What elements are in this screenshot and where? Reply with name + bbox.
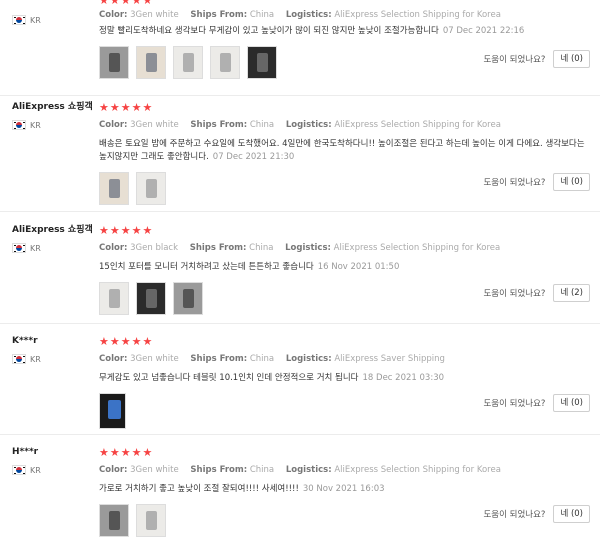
- reviewer-name: AliExpress 쇼핑객: [12, 225, 93, 235]
- review-photo-thumbnail[interactable]: [247, 46, 277, 79]
- review-photo-thumbnail[interactable]: [99, 172, 129, 205]
- helpful-yes-button[interactable]: 네 (0): [553, 173, 590, 191]
- ships-from: China: [249, 465, 275, 475]
- variant-color: 3Gen white: [130, 120, 179, 130]
- review-item: AliExpress 쇼핑객 KR ★★★★★ Color: 3Gen blac…: [0, 224, 600, 324]
- helpful-yes-button[interactable]: 네 (0): [553, 394, 590, 412]
- review-photo-thumbnail[interactable]: [99, 504, 129, 537]
- reviewer-info: K***r KR: [12, 335, 41, 365]
- review-divider: [0, 211, 600, 212]
- country-code: KR: [30, 465, 41, 475]
- helpful-vote: 도움이 되었나요? 네 (2): [483, 284, 590, 302]
- logistics: AliExpress Selection Shipping for Korea: [334, 10, 501, 20]
- review-meta: Color: 3Gen black Ships From: China Logi…: [99, 243, 501, 253]
- review-item: K***r KR ★★★★★ Color: 3Gen white Ships F…: [0, 335, 600, 435]
- reviewer-info: AliExpress 쇼핑객 KR: [12, 101, 93, 131]
- reviewer-info: H***r KR: [12, 446, 41, 476]
- logistics: AliExpress Selection Shipping for Korea: [334, 465, 501, 475]
- review-divider: [0, 323, 600, 324]
- review-photo-thumbnail[interactable]: [210, 46, 240, 79]
- star-rating: ★★★★★: [99, 335, 154, 348]
- helpful-yes-button[interactable]: 네 (0): [553, 505, 590, 523]
- reviewer-country: KR: [12, 353, 41, 365]
- helpful-yes-button[interactable]: 네 (0): [553, 50, 590, 68]
- ships-from: China: [249, 120, 275, 130]
- star-rating: ★★★★★: [99, 446, 154, 459]
- review-item: H***r KR ★★★★★ Color: 3Gen white Ships F…: [0, 446, 600, 542]
- variant-color: 3Gen white: [130, 354, 179, 364]
- variant-color: 3Gen white: [130, 465, 179, 475]
- helpful-vote: 도움이 되었나요? 네 (0): [483, 505, 590, 523]
- review-date: 07 Dec 2021 22:16: [442, 26, 525, 36]
- helpful-label: 도움이 되었나요?: [483, 55, 546, 65]
- reviewer-info: KR: [12, 0, 41, 26]
- ships-from: China: [249, 10, 275, 20]
- country-code: KR: [30, 243, 41, 253]
- reviewer-country: KR: [12, 242, 93, 254]
- country-code: KR: [30, 120, 41, 130]
- helpful-label: 도움이 되었나요?: [483, 399, 546, 409]
- review-text: 무게감도 있고 넘좋습니다 테블릿 10.1인치 인데 안정적으로 거치 됩니다…: [99, 373, 445, 383]
- review-photo-thumbnail[interactable]: [136, 504, 166, 537]
- ships-from: China: [249, 354, 275, 364]
- country-code: KR: [30, 15, 41, 25]
- helpful-label: 도움이 되었나요?: [483, 510, 546, 520]
- variant-color: 3Gen white: [130, 10, 179, 20]
- korea-flag-icon: [12, 465, 26, 475]
- reviewer-name: AliExpress 쇼핑객: [12, 102, 93, 112]
- review-date: 16 Nov 2021 01:50: [317, 262, 400, 272]
- helpful-yes-button[interactable]: 네 (2): [553, 284, 590, 302]
- review-divider: [0, 95, 600, 96]
- review-photo-thumbnail[interactable]: [136, 172, 166, 205]
- star-rating: ★★★★★: [99, 224, 154, 237]
- helpful-vote: 도움이 되었나요? 네 (0): [483, 50, 590, 68]
- review-photo-thumbnail[interactable]: [173, 46, 203, 79]
- reviewer-country: KR: [12, 119, 93, 131]
- review-photo-thumbnail[interactable]: [173, 282, 203, 315]
- review-text: 15인치 포터를 모니터 거치하려고 샀는데 튼튼하고 좋습니다 16 Nov 2…: [99, 262, 400, 272]
- reviewer-info: AliExpress 쇼핑객 KR: [12, 224, 93, 254]
- review-date: 18 Dec 2021 03:30: [362, 373, 445, 383]
- helpful-vote: 도움이 되었나요? 네 (0): [483, 394, 590, 412]
- logistics: AliExpress Saver Shipping: [334, 354, 445, 364]
- korea-flag-icon: [12, 120, 26, 130]
- review-photo-thumbnail[interactable]: [136, 282, 166, 315]
- review-photo-thumbnail[interactable]: [99, 46, 129, 79]
- reviewer-name: K***r: [12, 336, 38, 346]
- helpful-label: 도움이 되었나요?: [483, 178, 546, 188]
- review-photo-thumbnail[interactable]: [99, 393, 126, 429]
- review-item: AliExpress 쇼핑객 KR ★★★★★ Color: 3Gen whit…: [0, 101, 600, 211]
- korea-flag-icon: [12, 15, 26, 25]
- country-code: KR: [30, 354, 41, 364]
- logistics: AliExpress Selection Shipping for Korea: [334, 120, 501, 130]
- review-date: 07 Dec 2021 21:30: [212, 152, 295, 162]
- helpful-vote: 도움이 되었나요? 네 (0): [483, 173, 590, 191]
- review-meta: Color: 3Gen white Ships From: China Logi…: [99, 354, 445, 364]
- review-text: 정말 빨리도착하네요 생각보다 무게감이 있고 높낮이가 많이 되진 않지만 높…: [99, 26, 525, 36]
- reviewer-country: KR: [12, 464, 41, 476]
- review-divider: [0, 434, 600, 435]
- variant-color: 3Gen black: [130, 243, 178, 253]
- review-photo-thumbnail[interactable]: [99, 282, 129, 315]
- review-meta: Color: 3Gen white Ships From: China Logi…: [99, 120, 501, 130]
- star-rating: ★★★★★: [99, 101, 154, 114]
- korea-flag-icon: [12, 354, 26, 364]
- reviewer-name: H***r: [12, 447, 39, 457]
- reviewer-name: [12, 0, 41, 8]
- review-text: 가로로 거치하기 좋고 높낮이 조절 잘되여!!!! 사세여!!!! 30 Nov…: [99, 484, 385, 494]
- korea-flag-icon: [12, 243, 26, 253]
- review-item: KR ★★★★★ Color: 3Gen white Ships From: C…: [0, 0, 600, 96]
- review-date: 30 Nov 2021 16:03: [302, 484, 385, 494]
- review-photo-thumbnail[interactable]: [136, 46, 166, 79]
- helpful-label: 도움이 되었나요?: [483, 289, 546, 299]
- ships-from: China: [249, 243, 274, 253]
- review-meta: Color: 3Gen white Ships From: China Logi…: [99, 465, 501, 475]
- logistics: AliExpress Selection Shipping for Korea: [333, 243, 501, 253]
- reviewer-country: KR: [12, 14, 41, 26]
- review-text: 배송은 토요일 밤에 주문하고 수요일에 도착했어요. 4일만에 한국도착하다니…: [99, 139, 585, 162]
- review-meta: Color: 3Gen white Ships From: China Logi…: [99, 10, 501, 20]
- star-rating: ★★★★★: [99, 0, 154, 7]
